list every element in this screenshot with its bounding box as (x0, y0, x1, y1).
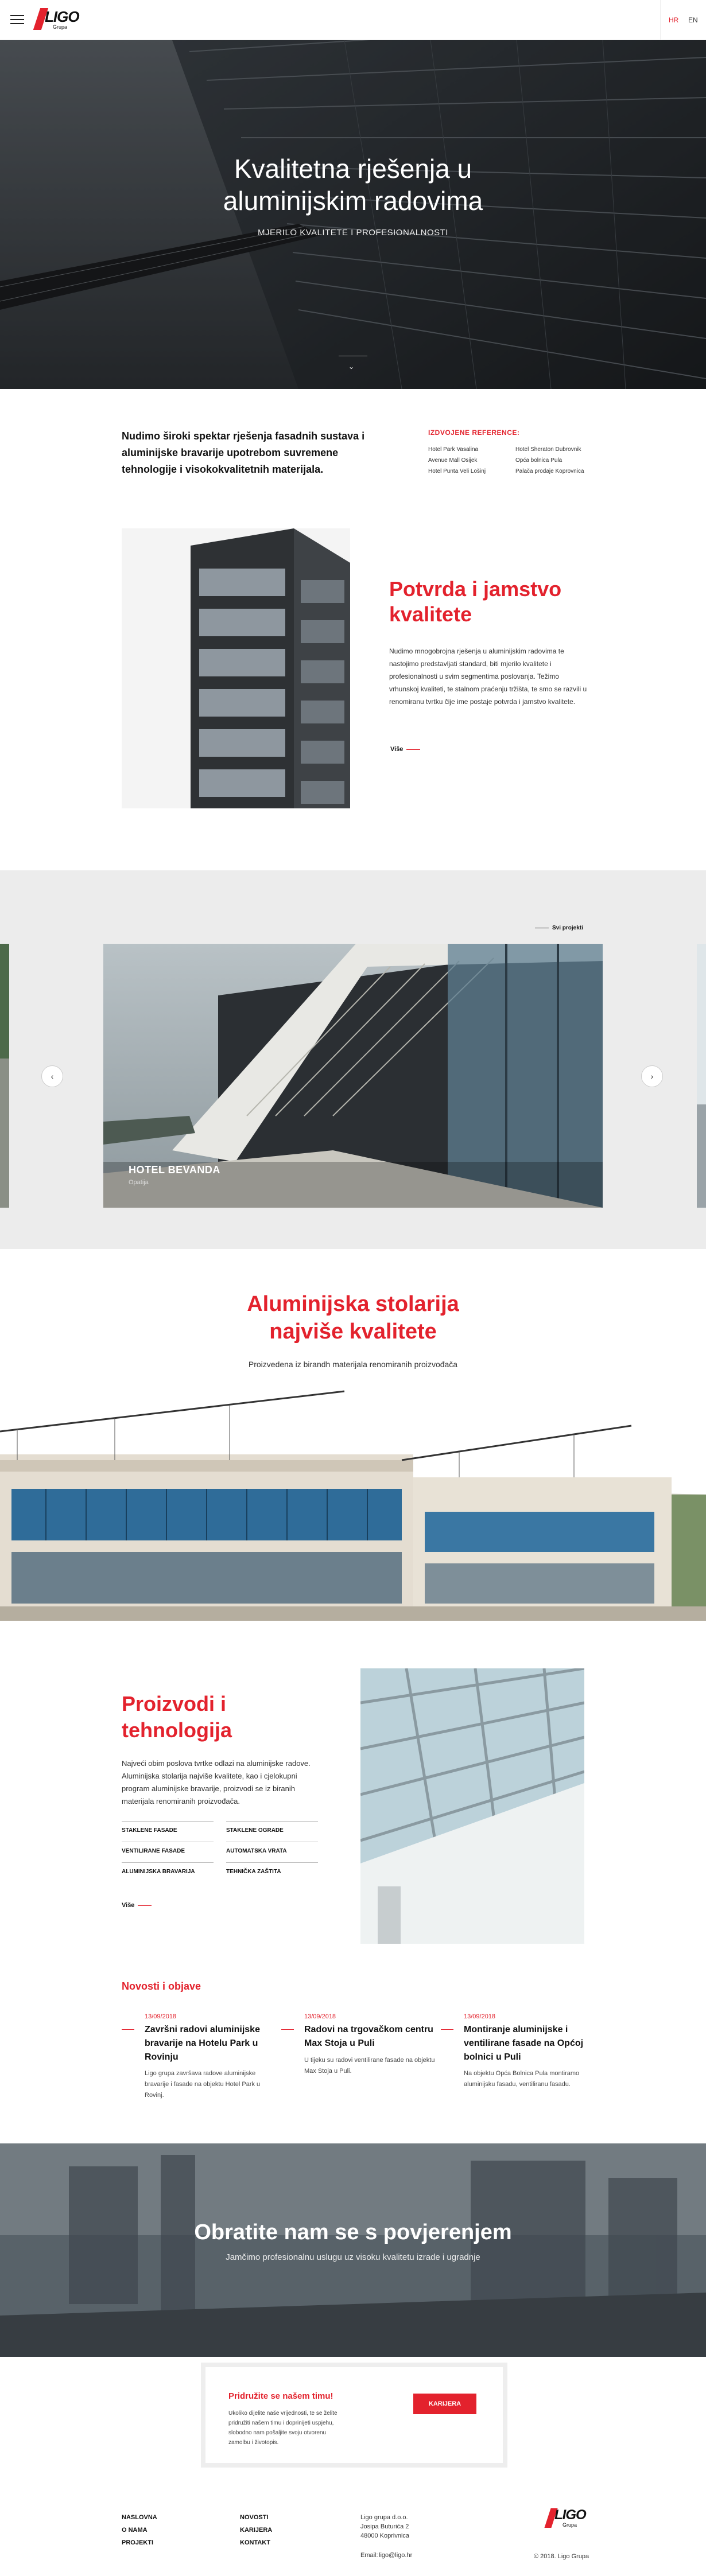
news-item-text: Na objektu Opća Bolnica Pula montiramo a… (464, 2070, 580, 2088)
products-text: Najveći obim poslova tvrtke odlazi na al… (122, 1759, 311, 1805)
menu-icon[interactable] (10, 15, 24, 25)
news-item-text: U tijeku su radovi ventilirane fasade na… (304, 2057, 435, 2075)
reference-link[interactable]: Hotel Sheraton Dubrovnik (515, 446, 581, 453)
footer-link-novosti[interactable]: NOVOSTI (240, 2514, 269, 2521)
chevron-down-icon[interactable]: ⌄ (348, 363, 354, 371)
chevron-right-icon[interactable]: › (641, 1065, 663, 1087)
footer-company: Ligo grupa d.o.o. (360, 2514, 408, 2521)
career-button[interactable]: KARIJERA (413, 2394, 476, 2414)
news-item-title[interactable]: Montiranje aluminijske i ventilirane fas… (464, 2023, 596, 2064)
contact-banner: Obratite nam se s povjerenjem Jamčimo pr… (0, 2143, 706, 2357)
footer-email[interactable]: ligo@ligo.hr (379, 2551, 412, 2560)
footer-logo-text: LIGO (554, 2507, 587, 2523)
footer-link-kontakt[interactable]: KONTAKT (240, 2539, 270, 2546)
news-date: 13/09/2018 (304, 2013, 336, 2020)
reference-link[interactable]: Hotel Park Vasalina (428, 446, 478, 453)
all-projects-link[interactable]: Svi projekti (552, 925, 583, 931)
products-more-link[interactable]: Više (122, 1902, 134, 1909)
lang-en[interactable]: EN (688, 16, 698, 24)
footer-logo-sub: Grupa (563, 2522, 577, 2528)
more-line (406, 749, 420, 750)
logo-text: LIGO (45, 8, 80, 25)
footer-email-label: Email: (360, 2552, 378, 2559)
project-location: Opatija (129, 1179, 149, 1186)
footer-address2: 48000 Koprivnica (360, 2532, 410, 2539)
logo-sub: Grupa (53, 24, 68, 30)
quality-title: Potvrda i jamstvo kvalitete (389, 577, 562, 626)
quality-text: Nudimo mnogobrojna rješenja u aluminijsk… (389, 647, 587, 706)
reference-link[interactable]: Hotel Punta Veli Lošinj (428, 468, 486, 474)
windows-title-line2: najviše kvalitete (269, 1320, 437, 1344)
news-title: Novosti i objave (122, 1980, 201, 1992)
footer-address1: Josipa Buturića 2 (360, 2523, 409, 2530)
logo[interactable]: LIGO Grupa (32, 7, 84, 32)
prev-slide-peek (0, 944, 9, 1208)
hero-title-line2: aluminijskim radovima (223, 186, 483, 216)
news-item-title[interactable]: Radovi na trgovačkom centru Max Stoja u … (304, 2023, 436, 2050)
windows-title-line1: Aluminijska stolarija (247, 1292, 459, 1316)
hero-title-line1: Kvalitetna rješenja u (234, 154, 472, 184)
product-link-automatska-vrata[interactable]: AUTOMATSKA VRATA (226, 1842, 318, 1862)
hero: Kvalitetna rješenja u aluminijskim radov… (0, 40, 706, 389)
news-item-text: Ligo grupa završava radove aluminijske b… (145, 2070, 261, 2099)
more-line (138, 1905, 152, 1906)
footer-link-o-nama[interactable]: O NAMA (122, 2527, 148, 2534)
footer-link-naslovna[interactable]: NASLOVNA (122, 2514, 157, 2521)
windows-subtitle: Proizvedena iz birandh materijala renomi… (248, 1360, 458, 1369)
next-slide-peek (697, 944, 706, 1208)
references-title: IZDVOJENE REFERENCE: (428, 429, 520, 437)
reference-link[interactable]: Opća bolnica Pula (515, 457, 562, 464)
products-skylight-image (360, 1668, 584, 1944)
intro-text: Nudimo široki spektar rješenja fasadnih … (122, 430, 365, 475)
footer-copyright: © 2018. Ligo Grupa (534, 2553, 589, 2560)
news-line (441, 2029, 453, 2030)
footer-logo[interactable]: LIGO Grupa (544, 2507, 587, 2532)
join-text: Ukoliko dijelite naše vrijednosti, te se… (228, 2410, 338, 2446)
news-item-title[interactable]: Završni radovi aluminijske bravarije na … (145, 2023, 277, 2064)
product-link-ventilirane-fasade[interactable]: VENTILIRANE FASADE (122, 1842, 214, 1862)
contact-subtitle: Jamčimo profesionalnu uslugu uz visoku k… (226, 2252, 480, 2262)
site-header: LIGO Grupa HR EN (0, 0, 706, 40)
reference-link[interactable]: Palača prodaje Koprovnica (515, 468, 584, 474)
language-switcher: HR EN (660, 0, 706, 40)
contact-background-image (0, 2143, 706, 2357)
join-team-box: Pridružite se našem timu! Ukoliko dijeli… (201, 2363, 507, 2468)
quality-more-link[interactable]: Više (390, 746, 403, 753)
product-link-staklene-fasade[interactable]: STAKLENE FASADE (122, 1821, 214, 1842)
product-link-tehnicka-zastita[interactable]: TEHNIČKA ZAŠTITA (226, 1862, 318, 1883)
project-name: HOTEL BEVANDA (129, 1164, 220, 1176)
lang-hr[interactable]: HR (669, 16, 678, 24)
product-link-aluminijska-bravarija[interactable]: ALUMINIJSKA BRAVARIJA (122, 1862, 214, 1883)
product-link-staklene-ograde[interactable]: STAKLENE OGRADE (226, 1821, 318, 1842)
contact-title: Obratite nam se s povjerenjem (194, 2220, 512, 2244)
windows-building-image (0, 1380, 706, 1621)
news-date: 13/09/2018 (145, 2013, 177, 2020)
footer-link-karijera[interactable]: KARIJERA (240, 2527, 272, 2534)
news-date: 13/09/2018 (464, 2013, 496, 2020)
chevron-left-icon[interactable]: ‹ (41, 1065, 63, 1087)
news-line (281, 2029, 294, 2030)
products-title: Proizvodi i tehnologija (122, 1692, 232, 1742)
join-title: Pridružite se našem timu! (228, 2391, 333, 2401)
news-line (122, 2029, 134, 2030)
hero-subtitle: MJERILO KVALITETE I PROFESIONALNOSTI (258, 228, 448, 238)
quality-building-image (122, 528, 350, 808)
projects-carousel: Svi projekti HOTEL BEVANDA Opatija ‹ › (0, 870, 706, 1249)
reference-link[interactable]: Avenue Mall Osijek (428, 457, 477, 464)
footer-link-projekti[interactable]: PROJEKTI (122, 2539, 153, 2546)
